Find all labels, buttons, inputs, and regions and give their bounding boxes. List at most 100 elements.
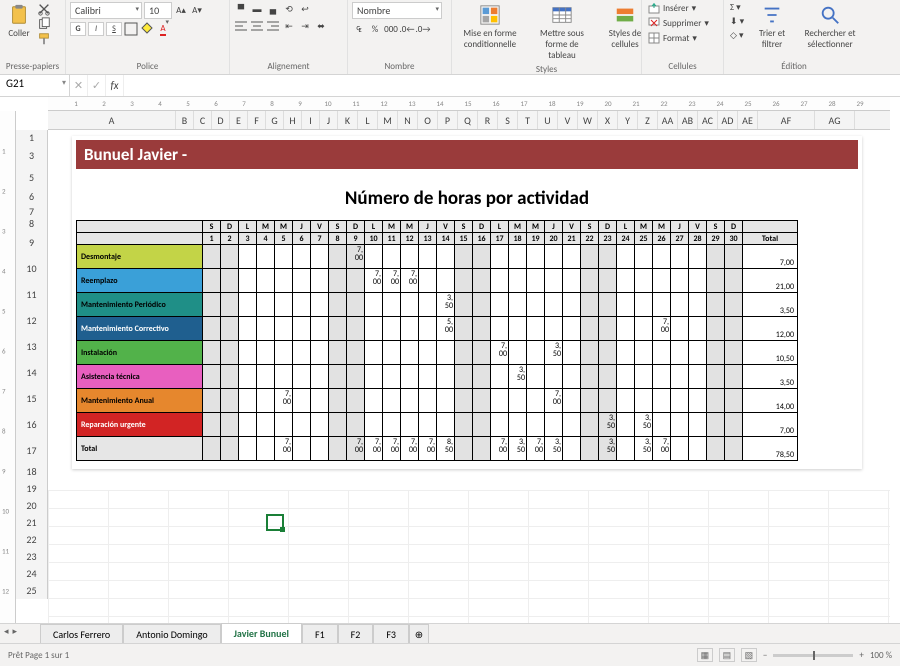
col-header[interactable]: Q (458, 111, 478, 129)
indent-dec-icon[interactable]: ⇤ (282, 19, 296, 33)
row-header[interactable]: 18 (16, 463, 48, 480)
sheet-tab[interactable]: Antonio Domingo (123, 624, 220, 644)
name-box[interactable]: G21 (0, 75, 70, 96)
row-header[interactable]: 1 (16, 130, 48, 144)
col-header[interactable]: L (358, 111, 378, 129)
col-header[interactable]: AA (658, 111, 678, 129)
align-top-icon[interactable]: ▀ (234, 2, 248, 16)
row-header[interactable]: 12 (16, 307, 48, 333)
sheet-tab[interactable]: F3 (373, 624, 409, 644)
wrap-text-icon[interactable]: ↩ (298, 2, 312, 16)
format-button[interactable]: Format ▾ (646, 32, 711, 44)
col-header[interactable]: N (398, 111, 418, 129)
sort-filter-button[interactable]: Trier et filtrer (749, 2, 795, 52)
align-right-icon[interactable] (266, 19, 280, 33)
sheet-viewport[interactable]: Bunuel Javier - Número de horas por acti… (48, 130, 890, 643)
col-header[interactable]: T (518, 111, 538, 129)
col-header[interactable]: I (302, 111, 320, 129)
col-header[interactable]: F (248, 111, 266, 129)
border-icon[interactable] (124, 22, 138, 36)
col-header[interactable]: W (578, 111, 598, 129)
row-header[interactable]: 11 (16, 281, 48, 307)
align-left-icon[interactable] (234, 19, 248, 33)
row-header[interactable]: 23 (16, 548, 48, 565)
col-header[interactable]: D (212, 111, 230, 129)
italic-button[interactable]: I (88, 22, 104, 36)
dec-decimal-icon[interactable]: .0→ (416, 22, 430, 36)
col-header[interactable]: G (266, 111, 284, 129)
col-header[interactable]: AF (758, 111, 815, 129)
row-header[interactable]: 10 (16, 255, 48, 281)
row-header[interactable]: 19 (16, 480, 48, 497)
indent-inc-icon[interactable]: ⇥ (298, 19, 312, 33)
row-header[interactable]: 15 (16, 385, 48, 411)
zoom-slider[interactable] (773, 654, 853, 657)
col-header[interactable]: J (320, 111, 338, 129)
fill-color-icon[interactable] (140, 22, 154, 36)
formula-input[interactable] (124, 75, 900, 96)
row-header[interactable]: 25 (16, 582, 48, 599)
col-header[interactable]: Y (618, 111, 638, 129)
font-family-select[interactable]: Calibri (70, 2, 142, 19)
insert-button[interactable]: Insérer ▾ (646, 2, 711, 14)
row-header[interactable]: 8 (16, 217, 48, 229)
col-header[interactable]: O (418, 111, 438, 129)
column-headers[interactable]: ABCDEFGHIJKLMNOPQRSTUVWXYZAAABACADAEAFAG (48, 111, 890, 130)
find-select-button[interactable]: Rechercher et sélectionner (798, 2, 862, 52)
row-header[interactable]: 6 (16, 188, 48, 205)
autosum-button[interactable]: Σ ▾ (728, 2, 746, 13)
row-header[interactable]: 5 (16, 166, 48, 188)
col-header[interactable]: AB (678, 111, 698, 129)
row-headers[interactable]: 135678910111213141516171819202122232425 (16, 130, 48, 643)
col-header[interactable]: K (338, 111, 358, 129)
font-size-select[interactable]: 10 (144, 2, 172, 19)
grow-font-icon[interactable]: A▴ (174, 4, 188, 18)
row-header[interactable]: 13 (16, 333, 48, 359)
fill-button[interactable]: ⬇ ▾ (728, 16, 746, 27)
inc-decimal-icon[interactable]: .0← (400, 22, 414, 36)
row-header[interactable]: 3 (16, 144, 48, 166)
col-header[interactable]: C (194, 111, 212, 129)
copy-icon[interactable] (37, 17, 51, 31)
align-middle-icon[interactable]: ▬ (250, 2, 264, 16)
thousands-icon[interactable]: 000 (384, 22, 398, 36)
col-header[interactable]: Z (638, 111, 658, 129)
col-header[interactable]: R (478, 111, 498, 129)
sheet-tab[interactable]: Carlos Ferrero (40, 624, 123, 644)
row-header[interactable]: 22 (16, 531, 48, 548)
zoom-in-button[interactable]: + (859, 650, 863, 661)
col-header[interactable]: E (230, 111, 248, 129)
col-header[interactable]: V (558, 111, 578, 129)
col-header[interactable]: AC (698, 111, 718, 129)
fx-icon[interactable]: fx (106, 75, 124, 96)
col-header[interactable]: A (48, 111, 176, 129)
col-header[interactable]: H (284, 111, 302, 129)
zoom-out-button[interactable]: − (763, 650, 767, 661)
col-header[interactable]: AG (815, 111, 855, 129)
clear-button[interactable]: ◇ ▾ (728, 30, 746, 41)
row-header[interactable]: 7 (16, 205, 48, 217)
format-as-table-button[interactable]: Mettre sous forme de tableau (527, 2, 597, 63)
col-header[interactable]: AE (738, 111, 758, 129)
view-normal-icon[interactable]: ▦ (697, 648, 713, 662)
new-sheet-button[interactable]: ⊕ (409, 624, 429, 644)
conditional-format-button[interactable]: Mise en forme conditionnelle (456, 2, 524, 52)
delete-button[interactable]: Supprimer ▾ (646, 17, 711, 29)
row-header[interactable]: 24 (16, 565, 48, 582)
orientation-icon[interactable]: ⟲ (282, 2, 296, 16)
col-header[interactable]: B (176, 111, 194, 129)
row-header[interactable]: 17 (16, 437, 48, 463)
row-header[interactable]: 20 (16, 497, 48, 514)
align-center-icon[interactable] (250, 19, 264, 33)
paste-button[interactable]: Coller (4, 2, 34, 41)
currency-icon[interactable]: ₠ (352, 22, 366, 36)
percent-icon[interactable]: % (368, 22, 382, 36)
view-pagebreak-icon[interactable]: ▧ (741, 648, 757, 662)
col-header[interactable]: M (378, 111, 398, 129)
sheet-tab[interactable]: Javier Bunuel (221, 623, 302, 644)
col-header[interactable]: S (498, 111, 518, 129)
row-header[interactable]: 16 (16, 411, 48, 437)
underline-button[interactable]: S (106, 22, 122, 36)
tab-nav-prev-icon[interactable]: ▸ (13, 626, 18, 637)
accept-formula-icon[interactable]: ✓ (88, 75, 106, 96)
